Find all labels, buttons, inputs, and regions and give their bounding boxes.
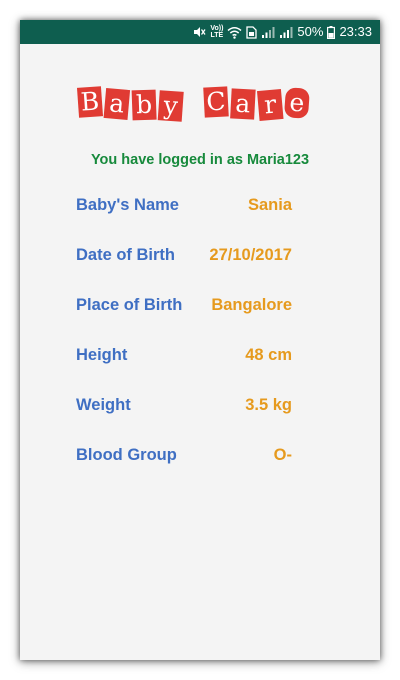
logo-letter: C xyxy=(203,86,229,118)
blood-group-value: O- xyxy=(273,446,292,464)
weight-row: Weight 3.5 kg xyxy=(76,396,292,418)
date-of-birth-label: Date of Birth xyxy=(76,246,175,264)
wifi-icon xyxy=(227,26,242,39)
date-of-birth-value: 27/10/2017 xyxy=(209,246,292,264)
signal-icon xyxy=(279,26,293,38)
place-of-birth-label: Place of Birth xyxy=(76,296,183,314)
mute-icon xyxy=(192,25,206,39)
place-of-birth-row: Place of Birth Bangalore xyxy=(76,296,292,318)
logo-letter: r xyxy=(256,88,284,121)
height-value: 48 cm xyxy=(245,346,292,364)
clock: 23:33 xyxy=(339,24,372,39)
weight-label: Weight xyxy=(76,396,131,414)
volte-icon: Vo)) LTE xyxy=(210,25,223,39)
sim-icon xyxy=(246,25,258,39)
volte-top-text: Vo)) xyxy=(210,25,224,32)
baby-name-label: Baby's Name xyxy=(76,196,179,214)
weight-value: 3.5 kg xyxy=(245,396,292,414)
login-status-message: You have logged in as Maria123 xyxy=(90,152,310,168)
status-icons: Vo)) LTE 50% 23:33 xyxy=(192,20,372,44)
logo-letter: B xyxy=(76,86,104,118)
height-row: Height 48 cm xyxy=(76,346,292,368)
height-label: Height xyxy=(76,346,128,364)
logo-letter: y xyxy=(157,90,184,122)
logo-letter: a xyxy=(103,88,131,120)
signal-icon xyxy=(261,26,275,38)
status-bar: Vo)) LTE 50% 23:33 xyxy=(20,20,380,44)
volte-bottom-text: LTE xyxy=(210,32,224,39)
app-logo: B a b y C a r e xyxy=(76,80,328,124)
logo-letter: b xyxy=(131,89,157,121)
battery-percent: 50% xyxy=(297,24,324,39)
place-of-birth-value: Bangalore xyxy=(211,296,292,314)
battery-icon xyxy=(327,25,336,39)
baby-name-row: Baby's Name Sania xyxy=(76,196,292,218)
logo-letter: a xyxy=(230,88,256,120)
baby-name-value: Sania xyxy=(247,196,292,214)
blood-group-row: Blood Group O- xyxy=(76,446,292,468)
blood-group-label: Blood Group xyxy=(76,446,177,464)
date-of-birth-row: Date of Birth 27/10/2017 xyxy=(76,246,292,268)
phone-screen: Vo)) LTE 50% 23:33 B a b y C a r e You h… xyxy=(20,20,380,660)
logo-letter: e xyxy=(283,87,310,119)
